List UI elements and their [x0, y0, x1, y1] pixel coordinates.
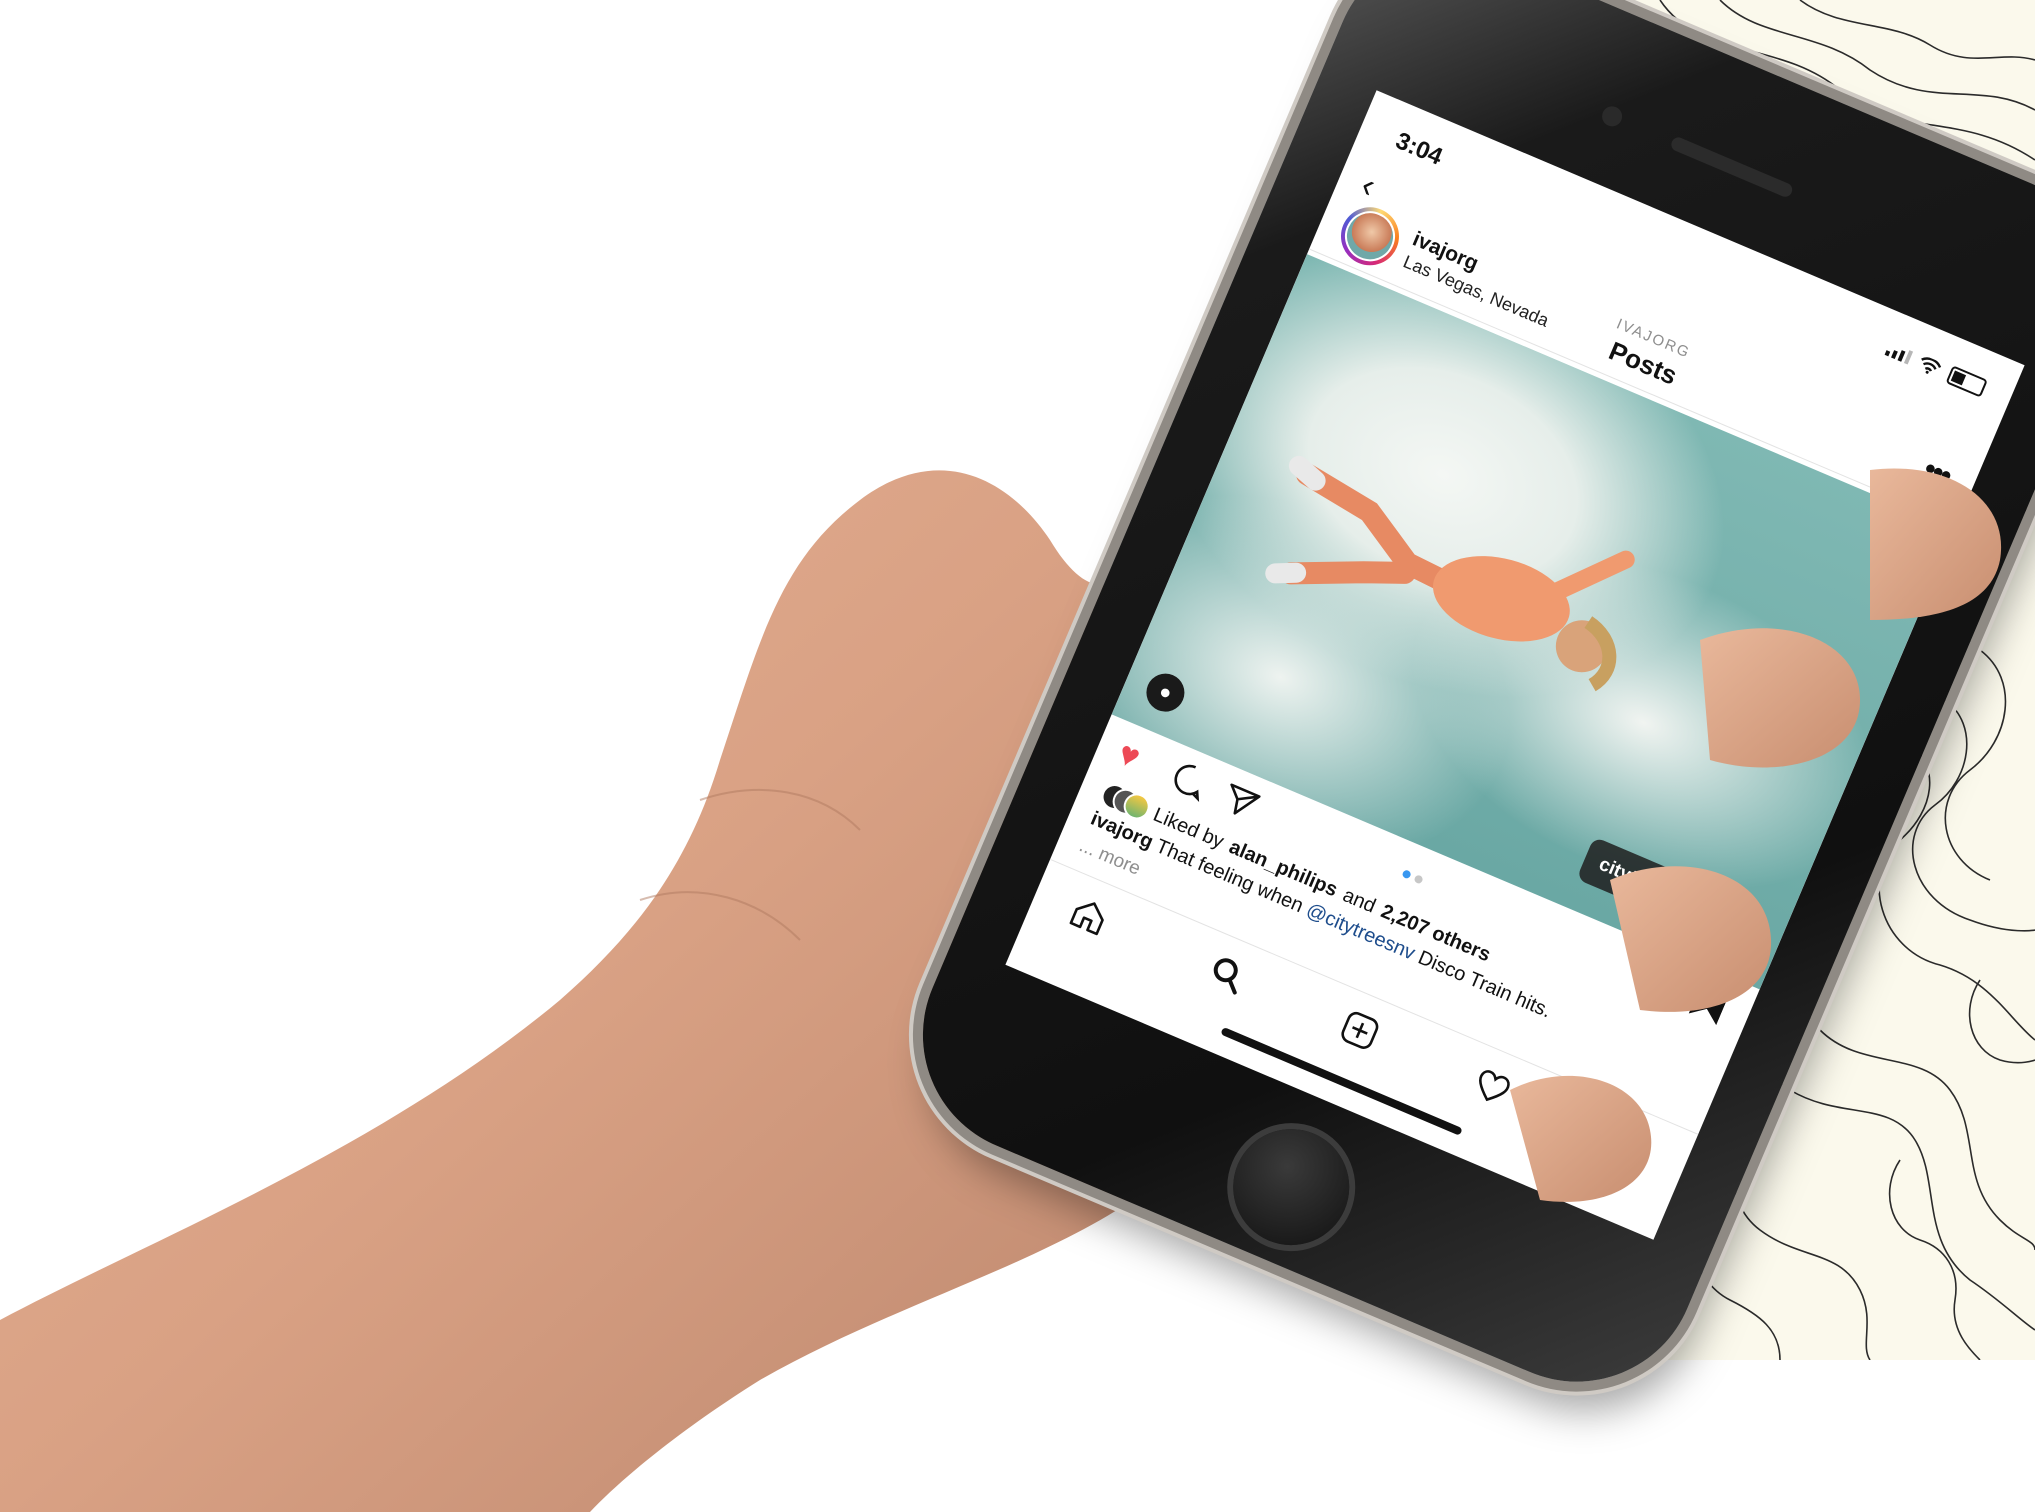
battery-icon	[1945, 365, 1988, 398]
status-time: 3:04	[1391, 127, 1447, 171]
signal-icon	[1884, 341, 1914, 365]
wifi-icon	[1921, 356, 1942, 374]
home-button[interactable]	[1215, 1111, 1368, 1264]
home-icon[interactable]	[1066, 892, 1113, 939]
add-post-icon[interactable]	[1336, 1007, 1383, 1054]
earpiece-speaker	[1669, 135, 1795, 199]
save-bookmark-icon[interactable]	[1689, 979, 1731, 1026]
like-heart-icon[interactable]: ♥	[1112, 734, 1145, 778]
carousel-dots	[1401, 869, 1424, 885]
share-send-icon[interactable]	[1217, 778, 1264, 825]
avatar	[1337, 203, 1403, 270]
front-camera	[1598, 103, 1626, 130]
profile-avatar[interactable]	[1604, 1120, 1649, 1165]
activity-heart-icon[interactable]	[1469, 1063, 1516, 1110]
story-ring[interactable]	[1331, 198, 1409, 275]
search-icon[interactable]	[1204, 951, 1251, 998]
comment-icon[interactable]	[1167, 757, 1214, 804]
